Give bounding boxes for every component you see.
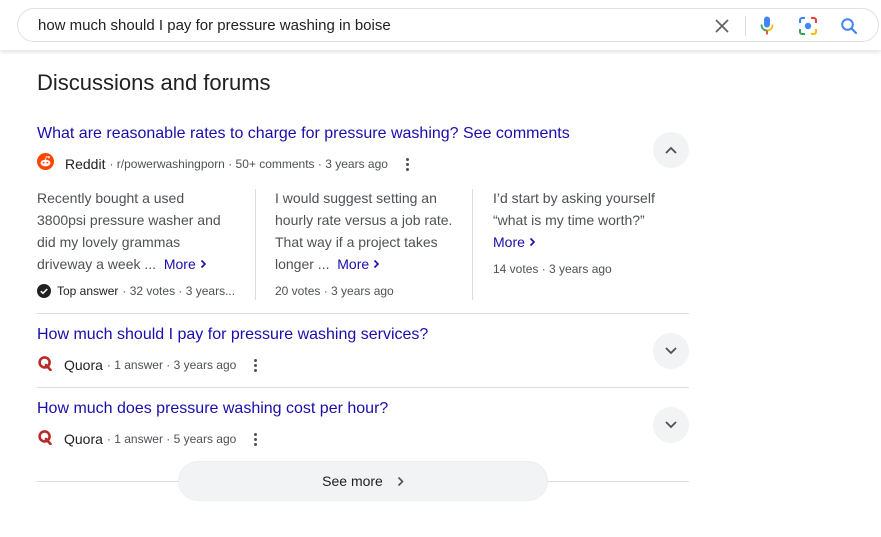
answer-snippet: I’d start by asking yourself “what is my… [493, 187, 668, 253]
thread-title-link[interactable]: How much should I pay for pressure washi… [37, 326, 428, 344]
more-label: More [337, 256, 370, 272]
reddit-icon [37, 153, 54, 175]
thread-divider [37, 387, 689, 388]
more-label: More [163, 256, 196, 272]
thread-source: Quora · 1 answer · 3 years ago [37, 355, 261, 376]
kebab-menu-icon[interactable] [250, 357, 261, 374]
kebab-menu-icon[interactable] [250, 431, 261, 448]
thread-source: Quora · 1 answer · 5 years ago [37, 429, 261, 450]
thread-divider [37, 313, 689, 314]
expand-button[interactable] [653, 407, 689, 443]
answer-votes: 20 votes · 3 years ago [275, 284, 394, 298]
kebab-menu-icon[interactable] [402, 156, 413, 173]
search-header: how much should I pay for pressure washi… [0, 0, 881, 50]
microphone-icon[interactable] [755, 14, 779, 38]
answer-meta: 20 votes · 3 years ago [275, 284, 394, 298]
search-divider [745, 16, 746, 36]
search-box[interactable]: how much should I pay for pressure washi… [17, 8, 879, 42]
clear-icon[interactable] [710, 14, 734, 38]
answer-votes: 14 votes · 3 years ago [493, 262, 612, 276]
source-name: Quora [64, 357, 103, 373]
more-label: More [493, 234, 525, 250]
chevron-up-icon [665, 146, 677, 154]
source-meta: · 1 answer · 3 years ago [106, 358, 237, 372]
check-circle-icon [37, 284, 51, 298]
collapse-button[interactable] [653, 132, 689, 168]
quora-icon [37, 429, 53, 450]
search-input[interactable]: how much should I pay for pressure washi… [38, 17, 391, 34]
chevron-right-icon [397, 476, 404, 486]
source-meta: · r/powerwashingporn · 50+ comments · 3 … [109, 157, 388, 171]
source-name: Reddit [65, 156, 106, 172]
more-link[interactable]: More [160, 256, 207, 272]
source-name: Quora [64, 431, 103, 447]
answer-card[interactable]: Recently bought a used 3800psi pressure … [37, 187, 237, 275]
chevron-right-icon [529, 237, 535, 247]
chevron-right-icon [373, 259, 380, 269]
column-divider [472, 189, 473, 300]
more-link[interactable]: More [333, 256, 380, 272]
expand-button[interactable] [653, 333, 689, 369]
section-title: Discussions and forums [37, 70, 271, 95]
answer-card[interactable]: I would suggest setting an hourly rate v… [275, 187, 465, 275]
chevron-down-icon [665, 347, 677, 355]
answer-meta: 14 votes · 3 years ago [493, 262, 612, 276]
answer-snippet: Recently bought a used 3800psi pressure … [37, 187, 237, 275]
column-divider [255, 189, 256, 300]
source-meta: · 1 answer · 5 years ago [106, 432, 237, 446]
search-icon[interactable] [837, 14, 861, 38]
answer-text: I’d start by asking yourself “what is my… [493, 190, 655, 228]
top-answer-badge: Top answer [57, 284, 119, 298]
answer-votes: · 32 votes · 3 years... [122, 284, 236, 298]
more-link[interactable]: More [493, 234, 536, 250]
thread-title-link[interactable]: What are reasonable rates to charge for … [37, 125, 570, 143]
thread-source: Reddit · r/powerwashingporn · 50+ commen… [37, 153, 413, 175]
quora-icon [37, 355, 53, 376]
chevron-down-icon [665, 421, 677, 429]
answer-meta: Top answer · 32 votes · 3 years... [37, 284, 235, 298]
answer-card[interactable]: I’d start by asking yourself “what is my… [493, 187, 668, 253]
lens-icon[interactable] [796, 14, 820, 38]
see-more-label: See more [322, 473, 383, 489]
see-more-button[interactable]: See more [178, 461, 548, 501]
answer-snippet: I would suggest setting an hourly rate v… [275, 187, 465, 275]
chevron-right-icon [200, 259, 206, 269]
thread-title-link[interactable]: How much does pressure washing cost per … [37, 400, 388, 418]
